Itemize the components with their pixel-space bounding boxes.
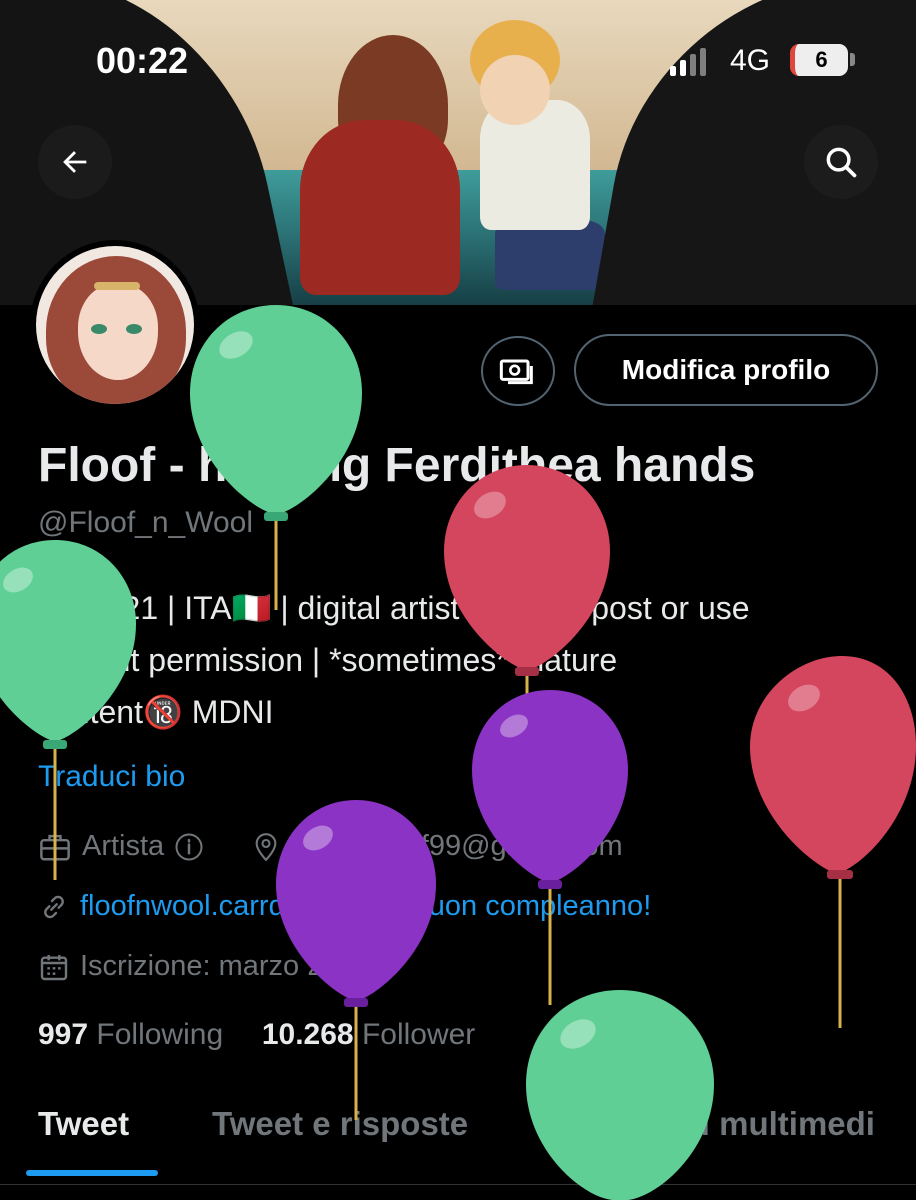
balloon-green-bottom — [526, 990, 714, 1200]
network-type: 4G — [730, 44, 771, 77]
followers-link[interactable]: 10.268 Follower — [262, 1018, 475, 1051]
signal-strength-icon — [670, 48, 706, 76]
join-date: Iscrizione: marzo 2018 — [80, 950, 372, 982]
money-icon — [499, 359, 533, 385]
bio-line: content🔞 MDNI — [38, 694, 274, 730]
following-link[interactable]: 997 Following — [38, 1018, 223, 1051]
link-icon — [44, 895, 64, 918]
handle: @Floof_n_Wool — [38, 506, 254, 539]
edit-profile-button[interactable]: Modifica profilo — [574, 334, 878, 406]
following-count: 997 — [38, 1018, 89, 1051]
profile-meta-row: Artista aurorafloof99@gmail.com — [38, 830, 623, 863]
banner-girl-body — [300, 120, 460, 295]
tab-media[interactable]: Contenuti multimedi — [556, 1105, 875, 1143]
info-icon[interactable] — [174, 832, 204, 862]
website-link[interactable]: floofnwool.carrd.co — [80, 890, 323, 923]
display-name: Floof - holding Ferdithea hands — [38, 439, 756, 492]
profile-meta-row: Iscrizione: marzo 2018 — [38, 950, 372, 983]
battery-nub — [850, 53, 855, 66]
bio-line: without permission | *sometimes* mature — [38, 642, 618, 678]
profile-meta-row: floofnwool.carrd.co Buon compleanno! — [38, 890, 651, 923]
balloon-icon — [376, 891, 395, 915]
bio-line: She +21 | ITA🇮🇹 | digital artist | don't… — [38, 590, 750, 626]
briefcase-icon — [40, 834, 70, 860]
search-button[interactable] — [804, 125, 878, 199]
translate-bio-link[interactable]: Traduci bio — [38, 760, 185, 794]
followers-count: 10.268 — [261, 1018, 354, 1051]
followers-label: Follower — [361, 1018, 476, 1051]
following-label: Following — [96, 1018, 224, 1051]
arrow-left-icon — [63, 151, 87, 173]
birthday-text[interactable]: Buon compleanno! — [409, 890, 651, 923]
tab-tweet[interactable]: Tweet — [38, 1105, 129, 1143]
tab-tweet-replies[interactable]: Tweet e risposte — [212, 1105, 468, 1143]
battery-icon: 6 — [790, 44, 848, 76]
active-tab-indicator — [26, 1170, 158, 1176]
category-label: Artista — [82, 830, 165, 862]
search-icon — [826, 147, 857, 178]
calendar-icon — [40, 954, 68, 980]
status-bar: 00:22 4G 6 — [0, 0, 916, 120]
tabs-divider — [0, 1184, 916, 1185]
location-text: aurorafloof99@gmail.com — [290, 830, 623, 862]
location-icon — [255, 832, 277, 861]
profile-tabs: Tweet Tweet e risposte Contenuti multime… — [0, 1105, 916, 1165]
follow-stats: 997 Following 10.268 Follower — [38, 1018, 475, 1052]
banner-boy-legs — [495, 220, 605, 290]
status-time: 00:22 — [96, 40, 189, 81]
bio: She +21 | ITA🇮🇹 | digital artist | don't… — [38, 582, 898, 738]
avatar-image — [36, 246, 194, 404]
tip-button[interactable] — [481, 336, 555, 406]
back-button[interactable] — [38, 125, 112, 199]
avatar[interactable] — [30, 240, 200, 410]
